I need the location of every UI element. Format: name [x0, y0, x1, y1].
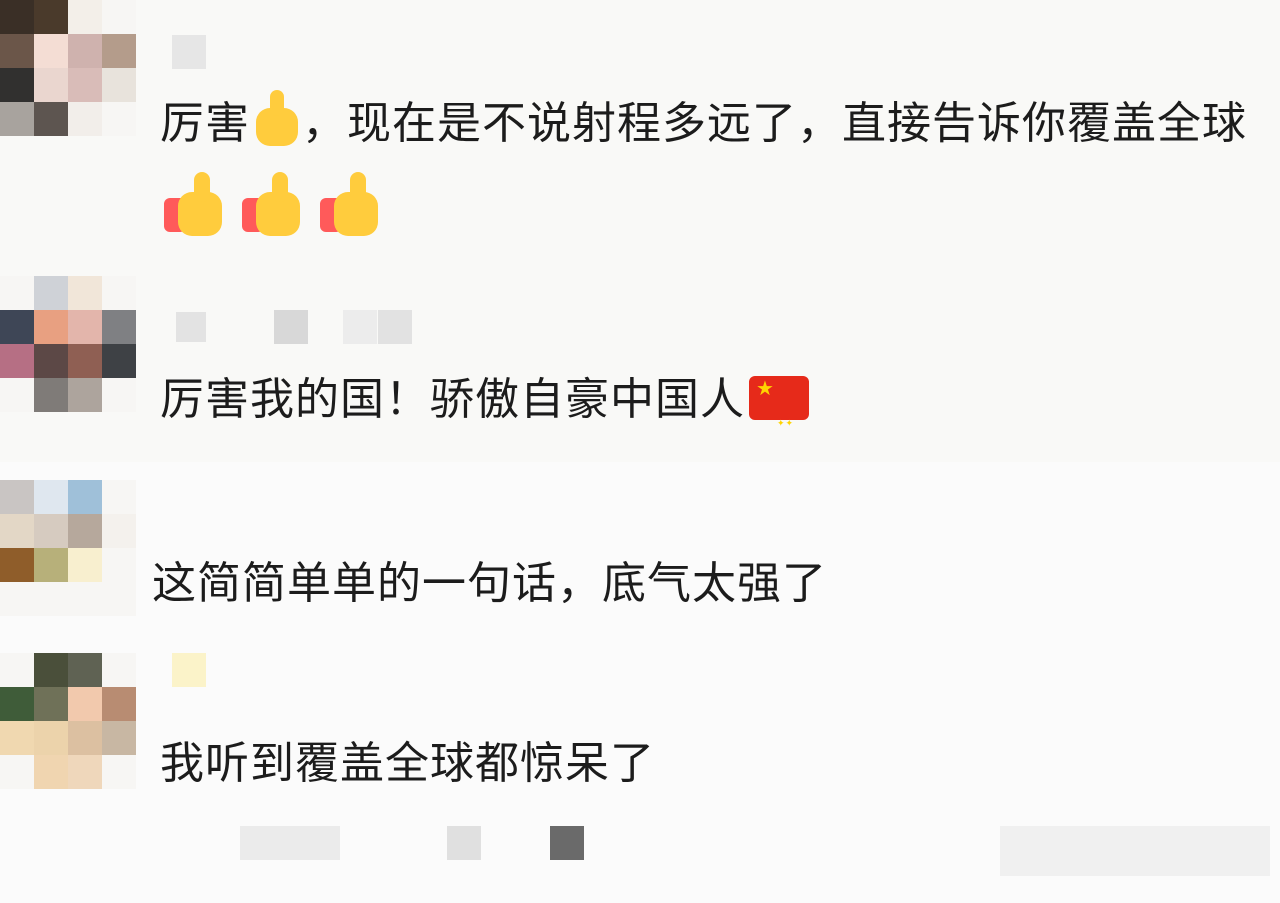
avatar[interactable] — [0, 276, 136, 412]
thumbs-up-icon — [242, 172, 304, 236]
avatar[interactable] — [0, 653, 136, 789]
comment-text-part: 我听到覆盖全球都惊呆了 — [160, 738, 655, 789]
comment-text: 我听到覆盖全球都惊呆了 — [160, 720, 655, 808]
like-button-blurred[interactable] — [1000, 826, 1270, 876]
location-blurred — [447, 826, 481, 860]
username-blurred[interactable] — [172, 653, 206, 687]
timestamp-blurred — [240, 826, 340, 860]
username-blurred — [343, 310, 377, 344]
avatar[interactable] — [0, 480, 136, 616]
china-flag-icon — [749, 376, 809, 468]
username-blurred[interactable] — [172, 35, 206, 69]
comment-text-part: 这简简单单的一句话，底气太强了 — [152, 558, 827, 609]
comment-text: 厉害 ，现在是不说射程多远了，直接告诉你覆盖全球 — [160, 80, 1270, 256]
comment-text-part: 厉害我的国！骄傲自豪中国人 — [160, 374, 745, 425]
comment-actions-blurred — [0, 826, 1280, 876]
username-blurred[interactable] — [176, 312, 206, 342]
thumbs-up-icon — [250, 90, 302, 146]
comment-text-part: 厉害 — [160, 98, 250, 149]
comment-text-part: ，现在是不说射程多远了，直接告诉你覆盖全球 — [302, 98, 1247, 149]
username-blurred — [378, 310, 412, 344]
username-blurred — [274, 310, 308, 344]
comment-text: 这简简单单的一句话，底气太强了 — [152, 540, 827, 628]
avatar[interactable] — [0, 0, 136, 136]
comment-text: 厉害我的国！骄傲自豪中国人 — [160, 356, 809, 468]
thumbs-up-icon — [320, 172, 382, 236]
reply-button-blurred[interactable] — [550, 826, 584, 860]
thumbs-up-icon — [164, 172, 226, 236]
